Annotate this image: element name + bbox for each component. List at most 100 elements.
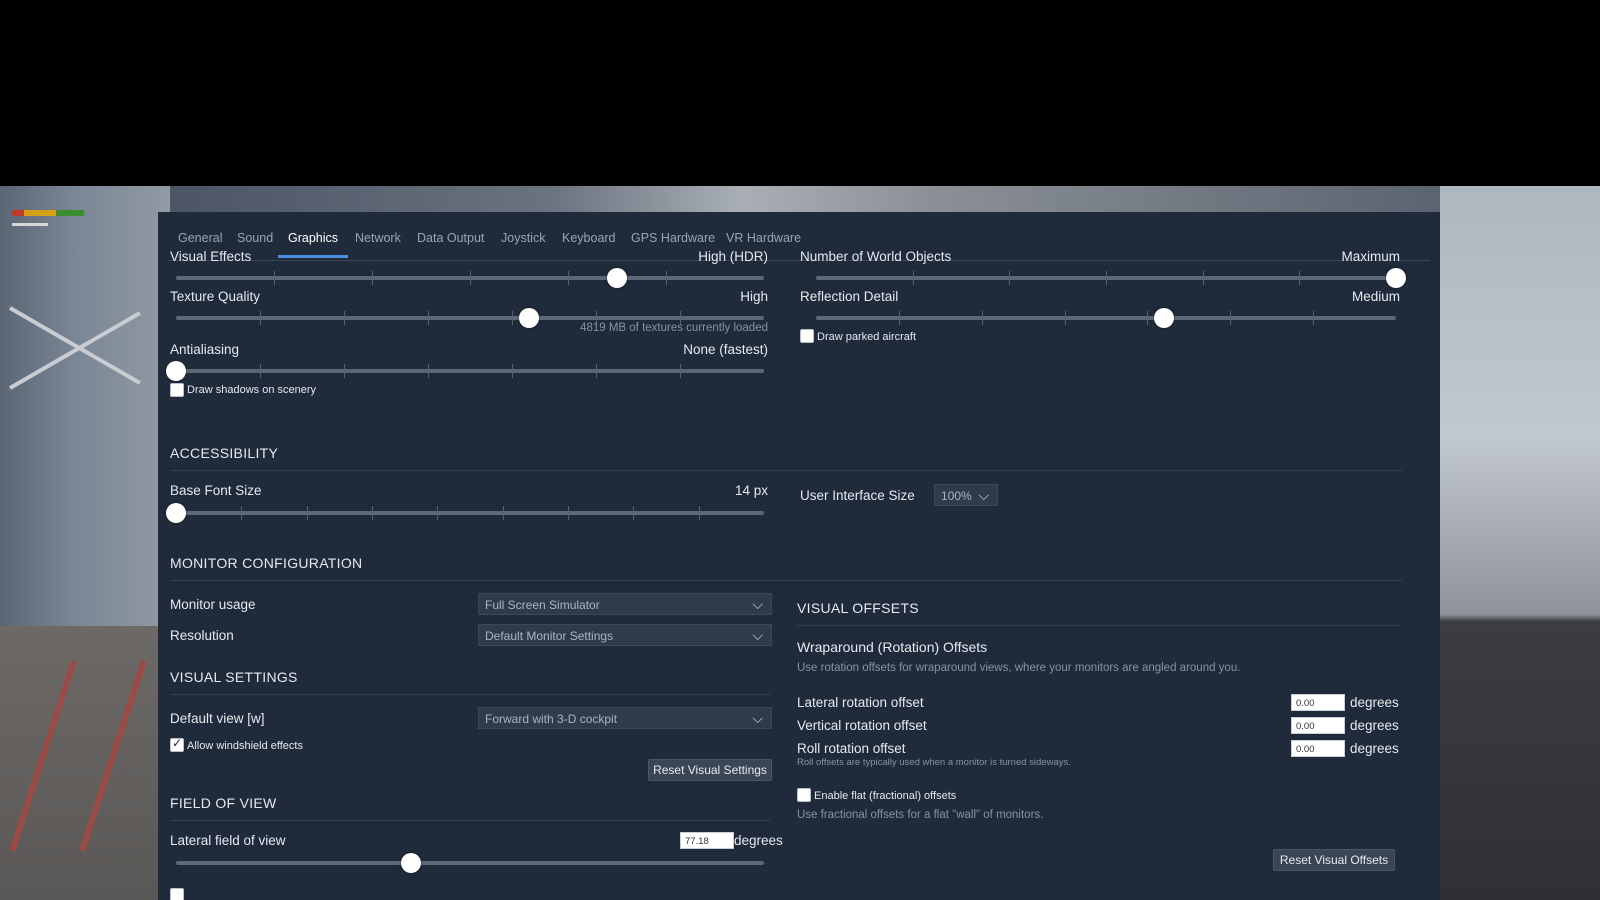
monitor-usage-dropdown[interactable]: Full Screen Simulator ⌵ (478, 593, 772, 615)
ui-size-label: User Interface Size (800, 488, 915, 503)
lateral-fov-slider[interactable] (176, 853, 764, 873)
base-font-size-slider[interactable] (166, 503, 764, 523)
slider-tick (981, 311, 983, 325)
antialiasing-label: Antialiasing (170, 342, 240, 357)
slider-tick (372, 506, 373, 520)
reset-visual-settings-button[interactable]: Reset Visual Settings (648, 759, 772, 781)
slider-tick (306, 506, 308, 520)
slider-thumb[interactable] (607, 268, 627, 288)
wraparound-note: Use rotation offsets for wraparound view… (797, 662, 1241, 674)
slider-tick (568, 271, 569, 285)
slider-thumb[interactable] (166, 503, 186, 523)
roll-offset-note: Roll offsets are typically used when a m… (797, 757, 1071, 768)
slider-thumb[interactable] (166, 361, 186, 381)
ui-size-value: 100% (941, 489, 972, 503)
chevron-down-icon: ⌵ (978, 488, 989, 504)
slider-tick (912, 271, 914, 285)
default-view-dropdown[interactable]: Forward with 3-D cockpit ⌵ (478, 707, 772, 729)
roll-rotation-unit: degrees (1350, 741, 1399, 756)
slider-track[interactable] (176, 369, 764, 373)
draw-parked-aircraft-label: Draw parked aircraft (817, 331, 917, 343)
slider-thumb[interactable] (1154, 308, 1174, 328)
chevron-down-icon: ⌵ (752, 628, 763, 644)
slider-tick (437, 506, 439, 520)
field-of-view-heading: FIELD OF VIEW (170, 795, 277, 811)
antialiasing-value: None (fastest) (683, 342, 768, 357)
roll-rotation-input[interactable]: 0.00 (1291, 740, 1345, 757)
texture-quality-label: Texture Quality (170, 289, 261, 304)
reflection-detail-value: Medium (1351, 289, 1400, 304)
flat-offsets-checkbox[interactable] (797, 788, 811, 802)
monitor-usage-label: Monitor usage (170, 597, 256, 612)
chevron-down-icon: ⌵ (752, 597, 763, 613)
default-view-label: Default view [w] (170, 711, 265, 726)
slider-tick (428, 311, 429, 325)
vertical-rotation-input[interactable]: 0.00 (1291, 717, 1345, 734)
monitor-usage-value: Full Screen Simulator (485, 598, 600, 612)
resolution-dropdown[interactable]: Default Monitor Settings ⌵ (478, 624, 772, 646)
visual-offsets-divider (797, 625, 1401, 626)
roll-rotation-label: Roll rotation offset (797, 741, 906, 756)
slider-track[interactable] (176, 511, 764, 515)
tab-data-output[interactable]: Data Output (407, 226, 494, 255)
reset-visual-offsets-button[interactable]: Reset Visual Offsets (1273, 849, 1395, 871)
slider-tick (1299, 271, 1301, 285)
wraparound-offsets-heading: Wraparound (Rotation) Offsets (797, 639, 988, 655)
visual-effects-value: High (HDR) (698, 249, 768, 264)
tab-network[interactable]: Network (345, 226, 411, 255)
base-font-size-value: 14 px (734, 483, 768, 498)
slider-tick (898, 311, 900, 325)
slider-tick (344, 311, 345, 325)
texture-quality-value: High (740, 289, 768, 304)
lateral-rotation-input[interactable]: 0.00 (1291, 694, 1345, 711)
partial-checkbox[interactable] (170, 888, 184, 900)
antialiasing-slider[interactable] (166, 361, 764, 381)
slider-tick (633, 506, 635, 520)
slider-tick (596, 364, 597, 378)
reflection-detail-label: Reflection Detail (800, 289, 899, 304)
reflection-detail-slider[interactable] (816, 308, 1396, 328)
lateral-fov-input[interactable]: 77.18 (680, 832, 734, 849)
draw-parked-aircraft-checkbox[interactable] (800, 329, 814, 343)
visual-settings-heading: VISUAL SETTINGS (170, 669, 298, 685)
slider-track[interactable] (816, 316, 1396, 320)
windshield-effects-checkbox[interactable] (170, 736, 184, 752)
slider-track[interactable] (176, 861, 764, 865)
slider-tick (1313, 311, 1315, 325)
slider-thumb[interactable] (401, 853, 422, 873)
tab-graphics[interactable]: Graphics (278, 226, 349, 258)
slider-tick (666, 271, 667, 285)
visual-effects-slider[interactable] (176, 268, 764, 288)
world-objects-slider[interactable] (816, 268, 1406, 288)
visual-settings-divider (170, 694, 770, 695)
slider-tick (1009, 271, 1011, 285)
tab-joystick[interactable]: Joystick (491, 226, 555, 255)
slider-tick (568, 506, 569, 520)
draw-shadows-checkbox[interactable] (170, 383, 184, 397)
slider-tick (1202, 271, 1204, 285)
slider-track[interactable] (176, 316, 764, 320)
settings-panel: General Sound Graphics Network Data Outp… (158, 212, 1440, 900)
default-view-value: Forward with 3-D cockpit (485, 712, 618, 726)
slider-thumb[interactable] (1386, 268, 1406, 288)
world-objects-value: Maximum (1341, 249, 1400, 264)
accessibility-divider (170, 470, 1402, 471)
lateral-fov-label: Lateral field of view (170, 833, 286, 848)
world-objects-label: Number of World Objects (800, 249, 952, 264)
slider-tick (260, 364, 261, 378)
visual-offsets-heading: VISUAL OFFSETS (797, 600, 919, 616)
windshield-effects-label: Allow windshield effects (187, 740, 303, 752)
slider-tick (470, 271, 471, 285)
slider-tick (502, 506, 504, 520)
slider-tick (1106, 271, 1107, 285)
lateral-fov-unit: degrees (734, 833, 783, 848)
hud-indicator-bar (12, 210, 84, 216)
base-font-size-label: Base Font Size (170, 483, 262, 498)
hud-indicator-line (12, 223, 48, 226)
slider-tick (512, 364, 513, 378)
slider-tick (344, 364, 345, 378)
background-hangar-strip (170, 186, 1440, 212)
monitor-configuration-heading: MONITOR CONFIGURATION (170, 555, 363, 571)
ui-size-dropdown[interactable]: 100% ⌵ (934, 484, 998, 506)
draw-shadows-label: Draw shadows on scenery (187, 384, 317, 396)
